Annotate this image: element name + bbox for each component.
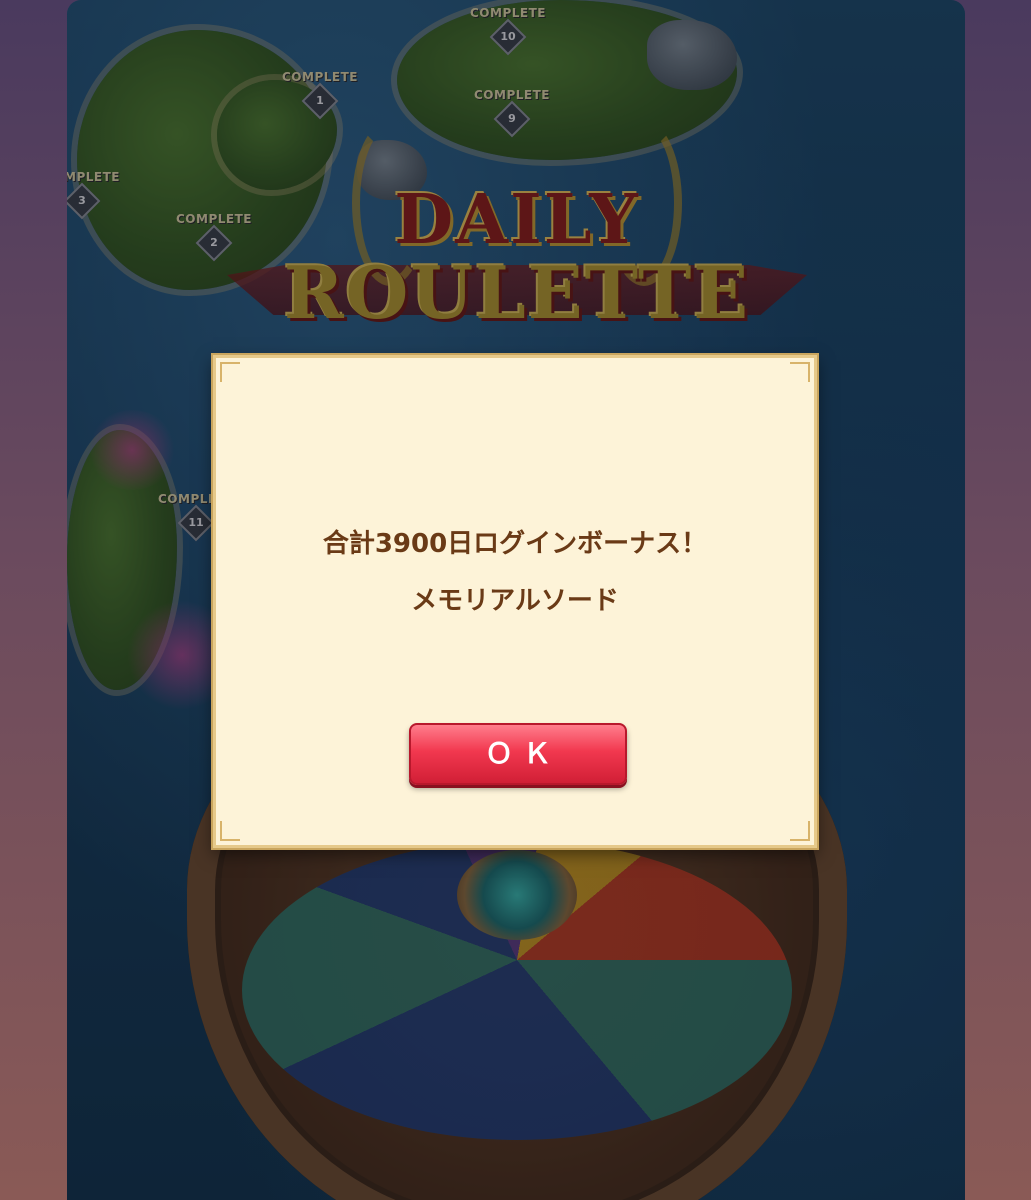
dialog-corner-ornament <box>220 362 240 382</box>
reward-name: メモリアルソード <box>411 586 619 616</box>
bonus-message: 合計3900日ログインボーナス！ <box>322 529 708 559</box>
ok-button[interactable]: ＯＫ <box>409 723 627 785</box>
dialog-corner-ornament <box>790 362 810 382</box>
dialog-corner-ornament <box>220 821 240 841</box>
dialog-corner-ornament <box>790 821 810 841</box>
login-bonus-dialog: 合計3900日ログインボーナス！ メモリアルソード ＯＫ <box>213 355 817 848</box>
